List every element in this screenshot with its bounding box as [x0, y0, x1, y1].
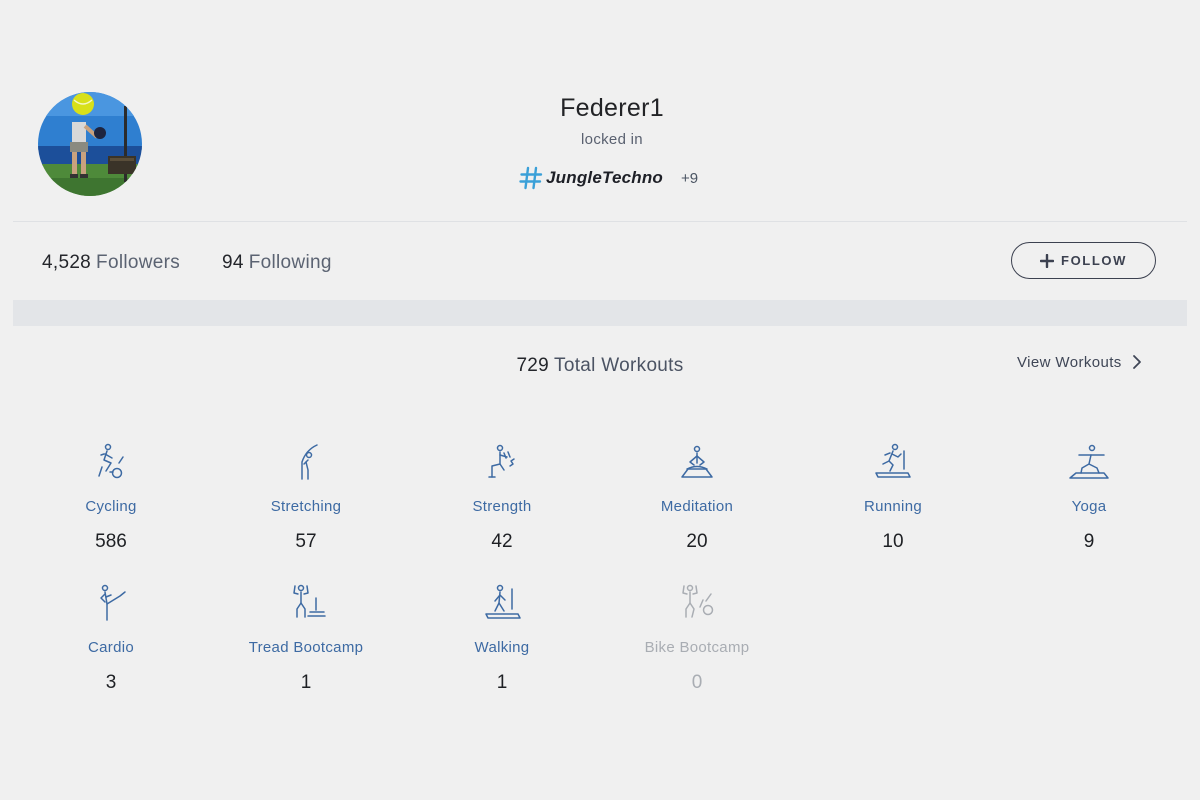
running-icon [875, 443, 911, 478]
category-count: 10 [882, 531, 904, 552]
total-workouts-label: Total Workouts [554, 355, 684, 376]
follow-button[interactable]: FOLLOW [1011, 242, 1156, 279]
tag-jungletechno[interactable]: JungleTechno [546, 168, 663, 188]
category-tread-bootcamp[interactable]: Tread Bootcamp 1 [216, 581, 396, 694]
cycling-icon [98, 443, 124, 479]
follow-button-label: FOLLOW [1061, 253, 1127, 268]
username: Federer1 [560, 94, 664, 122]
profile-bio: locked in [581, 131, 643, 148]
following-count: 94 [222, 252, 244, 273]
category-label: Stretching [270, 498, 342, 515]
category-count: 1 [300, 672, 312, 693]
category-cardio[interactable]: Cardio 3 [21, 581, 201, 694]
stretching-icon [301, 444, 318, 480]
plus-icon [1040, 253, 1055, 268]
followers-label: Followers [96, 252, 181, 273]
category-label: Running [864, 498, 922, 515]
category-label: Bike Bootcamp [644, 639, 750, 656]
category-label: Cycling [85, 498, 137, 515]
category-count: 3 [105, 672, 117, 693]
category-running[interactable]: Running 10 [803, 440, 983, 553]
category-walking[interactable]: Walking 1 [412, 581, 592, 694]
tread-bootcamp-icon [293, 584, 326, 618]
category-count: 57 [295, 531, 317, 552]
followers-count: 4,528 [42, 252, 92, 273]
social-stats-row: 4,528 Followers 94 Following FOLLOW [0, 222, 1200, 302]
category-count: 9 [1083, 531, 1095, 552]
category-strength[interactable]: Strength 42 [412, 440, 592, 553]
tag-row: JungleTechno +9 [519, 165, 698, 191]
category-count: 1 [496, 672, 508, 693]
category-yoga[interactable]: Yoga 9 [999, 440, 1179, 553]
category-count: 586 [95, 531, 127, 552]
category-label: Meditation [660, 498, 734, 515]
profile-header: Federer1 locked in JungleTechno +9 [0, 0, 1200, 222]
category-label: Tread Bootcamp [248, 639, 364, 656]
view-workouts-label: View Workouts [1017, 353, 1122, 371]
category-cycling[interactable]: Cycling 586 [21, 440, 201, 553]
category-meditation[interactable]: Meditation 20 [607, 440, 787, 553]
walking-icon [485, 584, 521, 619]
following-stat[interactable]: 94 Following [222, 252, 332, 274]
view-workouts-link[interactable]: View Workouts [1017, 352, 1143, 372]
more-tags-count[interactable]: +9 [681, 170, 698, 187]
category-count: 0 [691, 672, 703, 693]
strength-icon [488, 444, 515, 478]
cardio-icon [100, 584, 126, 621]
following-label: Following [248, 252, 332, 273]
total-workouts-count: 729 [516, 355, 550, 376]
yoga-icon [1069, 444, 1109, 479]
followers-stat[interactable]: 4,528 Followers [42, 252, 180, 274]
bike-bootcamp-icon [682, 584, 714, 618]
category-label: Strength [472, 498, 532, 515]
category-label: Yoga [1071, 498, 1107, 515]
category-label: Cardio [88, 639, 134, 656]
category-label: Walking [474, 639, 530, 656]
category-bike-bootcamp[interactable]: Bike Bootcamp 0 [607, 581, 787, 694]
category-stretching[interactable]: Stretching 57 [216, 440, 396, 553]
section-separator-band [13, 300, 1187, 326]
category-count: 42 [491, 531, 513, 552]
meditation-icon [681, 445, 713, 478]
hashtag-icon [519, 166, 543, 190]
category-count: 20 [686, 531, 708, 552]
chevron-right-icon [1132, 355, 1141, 369]
